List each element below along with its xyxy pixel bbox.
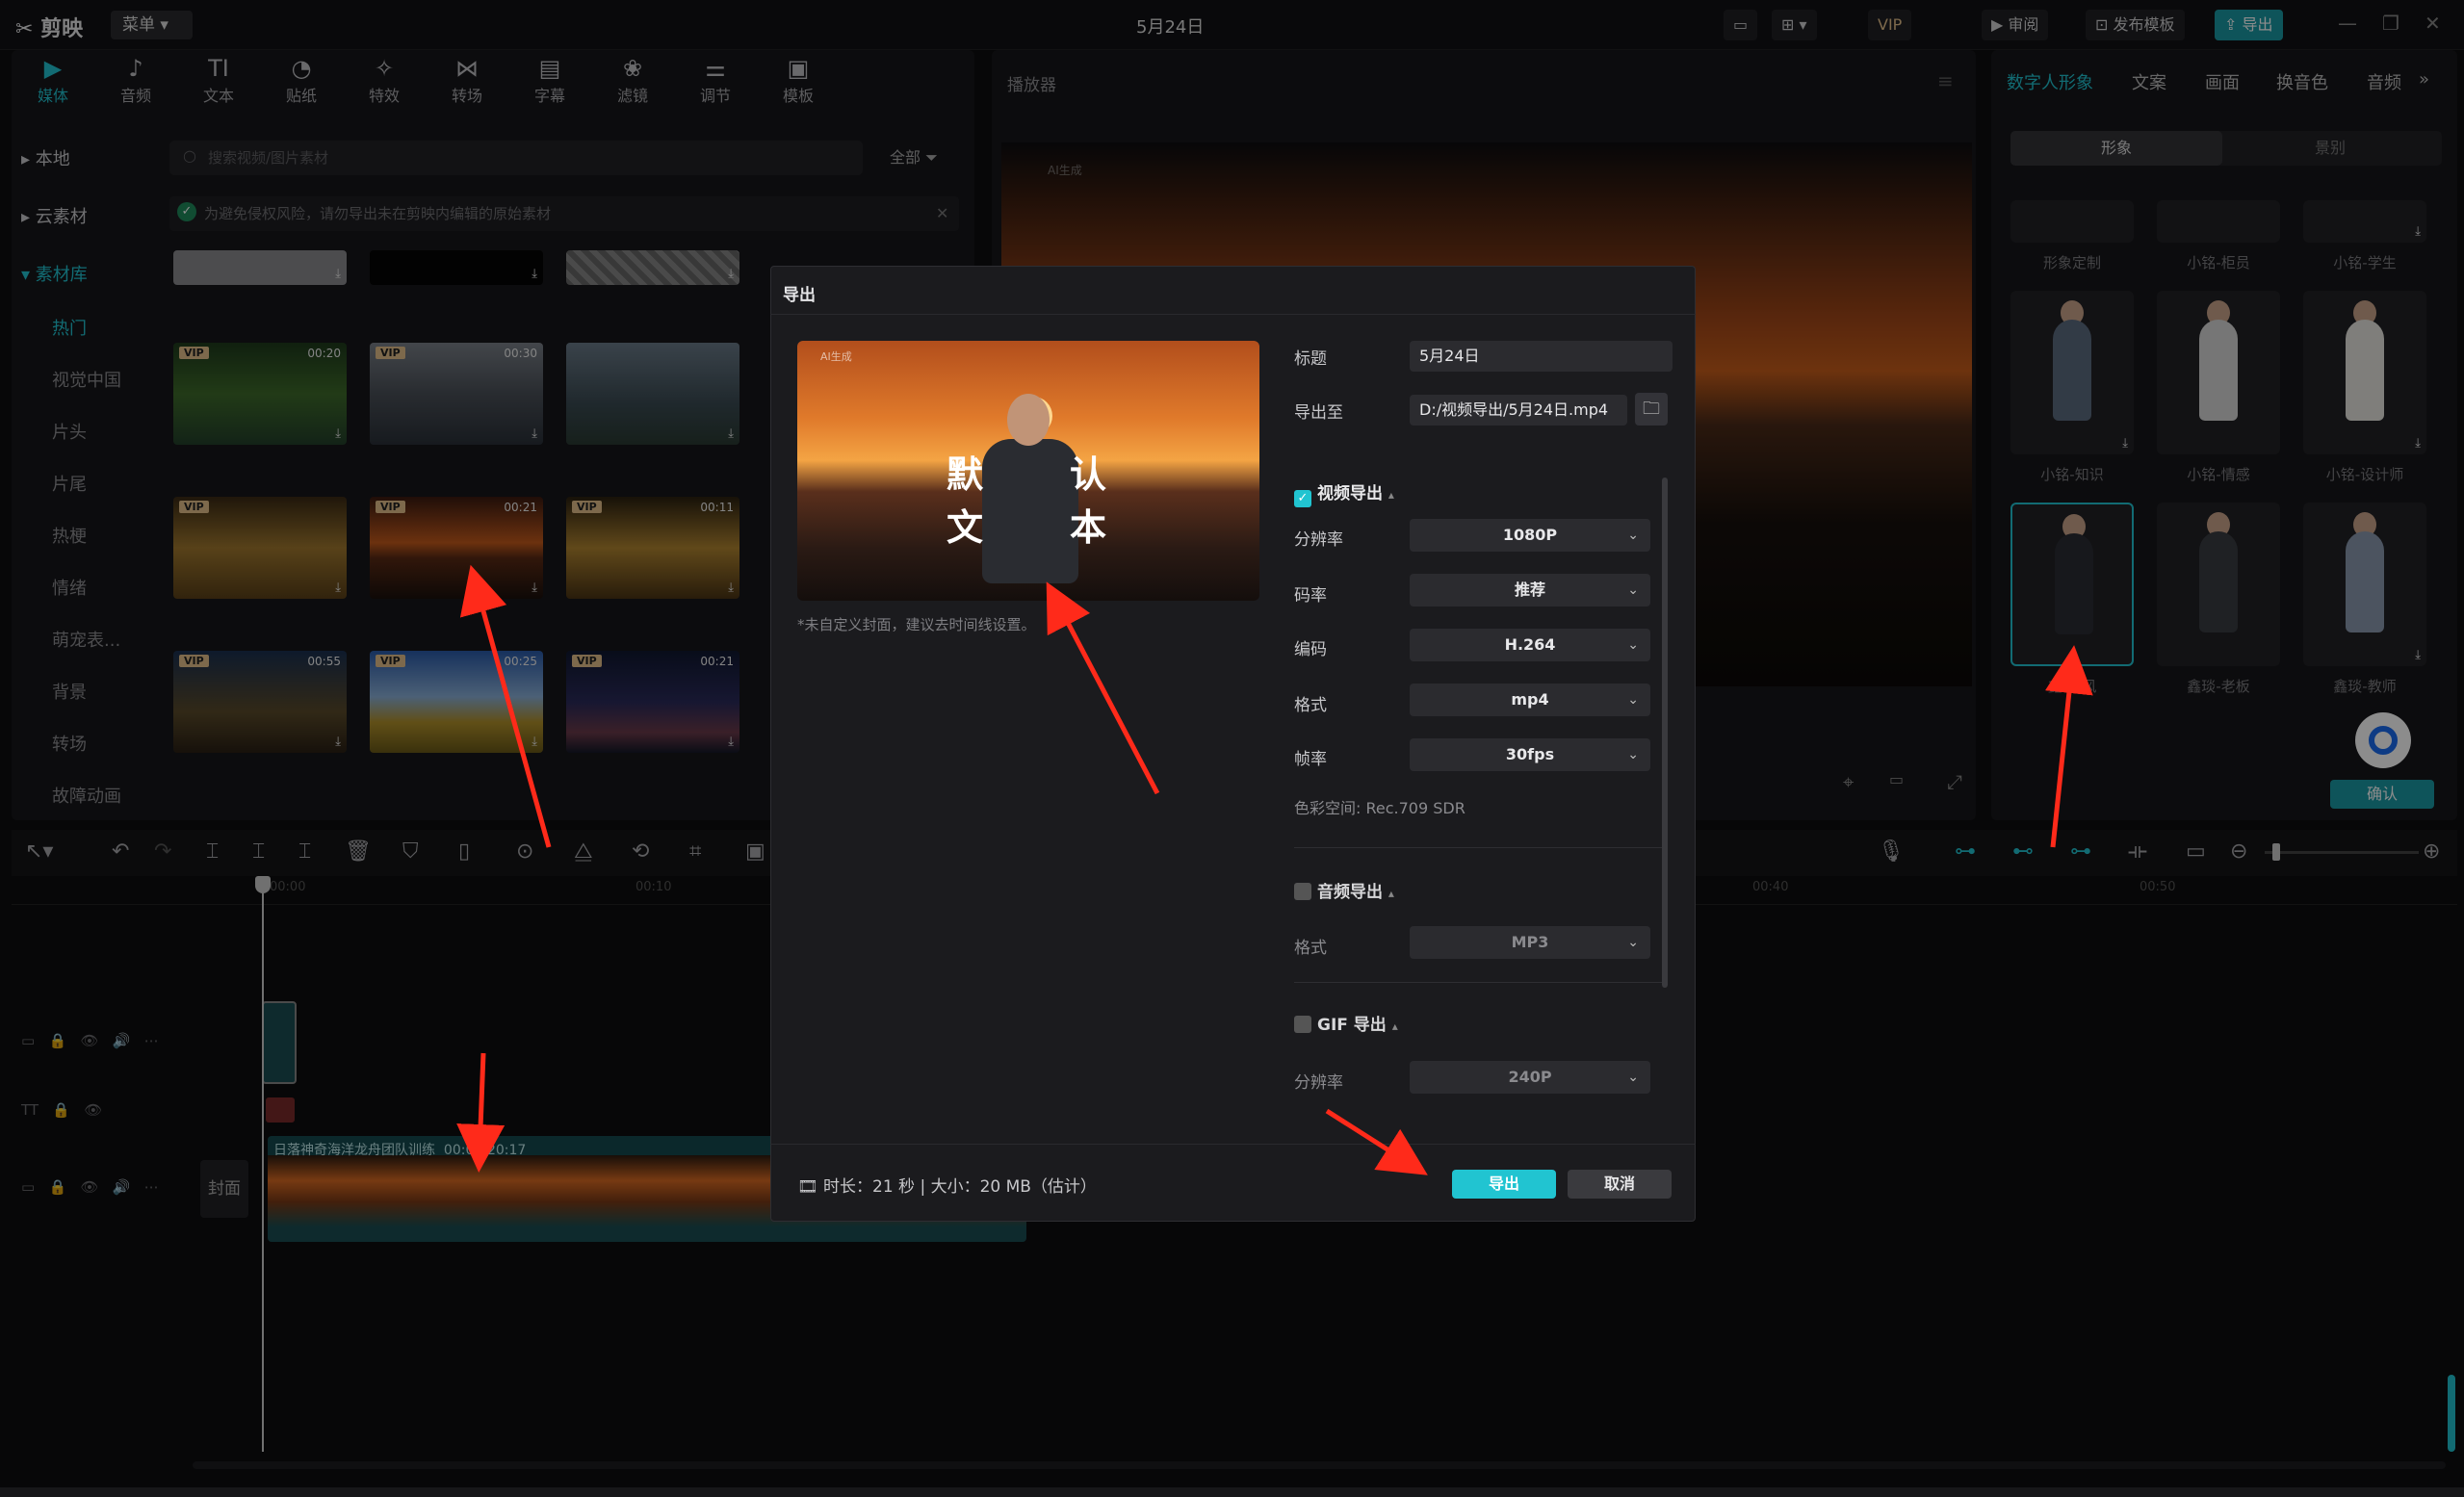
annotation-arrows (456, 564, 2093, 1175)
arrow-to-media-thumb (459, 564, 552, 848)
arrow-to-export-button (1325, 1108, 1428, 1175)
arrow-to-video-clip (456, 1052, 506, 1173)
arrow-to-avatar (2044, 645, 2093, 848)
arrow-to-preview (1046, 581, 1160, 795)
app-window: ✂ 剪映 菜单 ▾ 5月24日 ▭ ⊞ ▾ VIP ▶ 审阅 ⊡ 发布模板 ⇪ … (0, 0, 2464, 1497)
